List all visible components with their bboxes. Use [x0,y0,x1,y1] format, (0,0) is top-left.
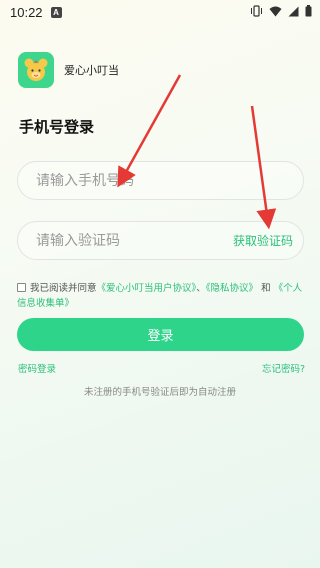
vibrate-icon [251,5,262,17]
signal-icon [288,6,299,16]
phone-input[interactable] [36,172,303,189]
app-header: 爱心小叮当 [18,52,119,88]
agreement-prefix: 我已阅读并同意 [30,283,97,294]
page-title: 手机号登录 [19,118,95,136]
user-agreement-link[interactable]: 《爱心小叮当用户协议》 [97,283,197,294]
privacy-policy-link[interactable]: 《隐私协议》 [206,283,258,294]
forgot-password-link[interactable]: 忘记密码? [262,361,305,375]
code-field: 获取验证码 [17,221,304,260]
wifi-icon [269,6,282,16]
notification-icon: A [50,6,62,18]
get-code-button[interactable]: 获取验证码 [233,232,293,249]
agreement-checkbox[interactable] [17,283,26,292]
agreement-and: 和 [261,283,271,294]
battery-icon [305,5,312,17]
agreement-text: 我已阅读并同意《爱心小叮当用户协议》、《隐私协议》 和 《个人信息收集单》 [17,281,307,311]
password-login-link[interactable]: 密码登录 [18,361,56,375]
phone-field [17,161,304,200]
status-time: 10:22 [10,4,43,20]
bear-logo-icon [18,52,54,88]
agreement-separator: 、 [196,283,206,294]
app-name: 爱心小叮当 [64,64,119,77]
verification-code-input[interactable] [36,232,233,249]
status-bar: 10:22 A [0,0,320,24]
login-button[interactable]: 登录 [17,318,304,351]
status-icons [250,5,312,17]
auto-register-hint: 未注册的手机号验证后即为自动注册 [83,387,236,398]
